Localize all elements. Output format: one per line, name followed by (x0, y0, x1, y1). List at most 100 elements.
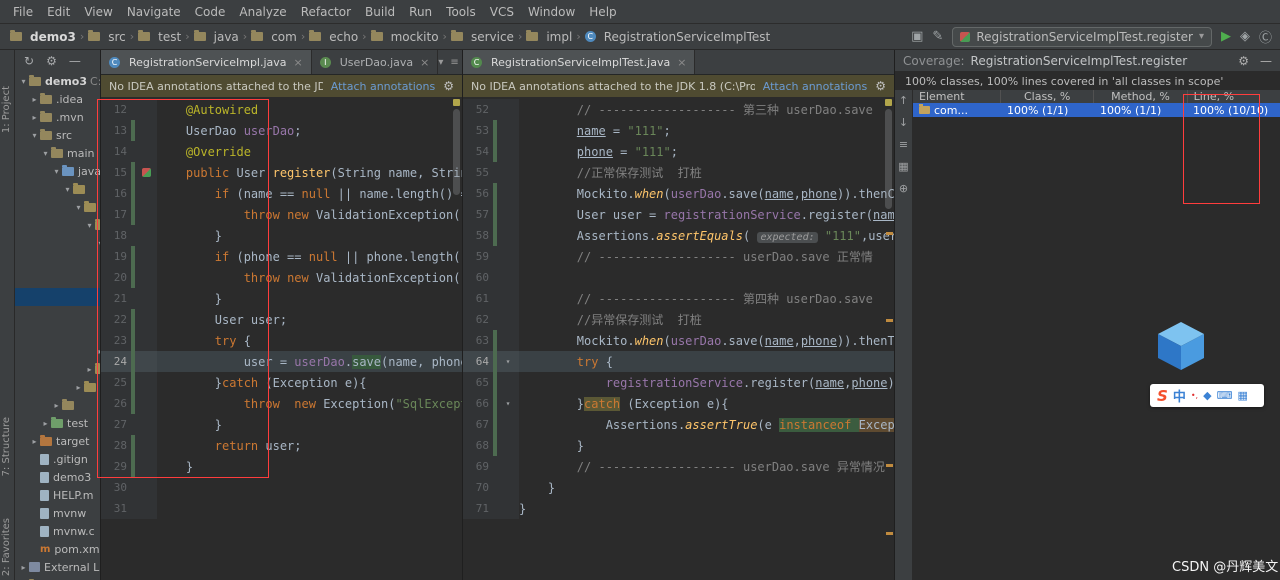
tool-window-button-favorites[interactable]: 2: Favorites (1, 518, 12, 576)
menu-item-navigate[interactable]: Navigate (120, 3, 188, 21)
code-line-29[interactable]: 29 } (101, 456, 462, 477)
code-text[interactable]: } (519, 502, 894, 516)
code-text[interactable]: //异常保存测试 打桩 (519, 311, 894, 328)
coverage-table-row[interactable]: com... 100% (1/1) 100% (1/1) 100% (10/10) (913, 103, 1280, 117)
code-text[interactable]: @Autowired (157, 103, 462, 117)
code-line-67[interactable]: 67 Assertions.assertTrue(e instanceof Ex… (463, 414, 894, 435)
code-text[interactable]: } (157, 292, 462, 306)
breadcrumb-item-registrationserviceimpltest[interactable]: C RegistrationServiceImplTest (583, 30, 773, 44)
code-text[interactable]: // ------------------- 第四种 userDao.save (519, 290, 894, 307)
code-text[interactable]: }catch (Exception e){ (519, 396, 894, 411)
hide-panel-icon[interactable]: — (69, 54, 81, 68)
project-tree-item[interactable]: ▸ (15, 378, 100, 396)
code-line-66[interactable]: 66 ▾ }catch (Exception e){ (463, 393, 894, 414)
up-icon[interactable]: ↑ (899, 94, 908, 107)
tree-chevron-icon[interactable]: ▾ (73, 203, 84, 212)
menu-item-file[interactable]: File (6, 3, 40, 21)
run-button[interactable]: ▶ (1221, 29, 1231, 44)
project-tree-item[interactable]: C (15, 270, 100, 288)
code-line-16[interactable]: 16 if (name == null || name.length() == … (101, 183, 462, 204)
ime-toolbar[interactable]: S 中 •, ◆ ⌨ ▦ (1150, 384, 1264, 407)
filter-icon[interactable]: ▦ (898, 160, 908, 173)
code-line-24[interactable]: 24 user = userDao.save(name, phone) (101, 351, 462, 372)
fold-column[interactable] (135, 168, 157, 177)
run-configuration-select[interactable]: RegistrationServiceImplTest.register ▾ (952, 26, 1212, 47)
code-text[interactable]: throw new ValidationException("nam (157, 208, 462, 222)
code-text[interactable]: // ------------------- userDao.save 异常情况… (519, 458, 894, 475)
code-editor[interactable]: 12 @Autowired 13 UserDao userDao; 14 @Over… (101, 97, 462, 580)
breadcrumb-item-java[interactable]: java (192, 30, 241, 44)
code-line-30[interactable]: 30 (101, 477, 462, 498)
project-tree-item-mvn[interactable]: ▸ .mvn (15, 108, 100, 126)
code-text[interactable]: return user; (157, 439, 462, 453)
tree-chevron-icon[interactable]: ▾ (95, 239, 100, 248)
code-line-18[interactable]: 18 } (101, 225, 462, 246)
project-tree-item-scratches[interactable]: ▸Scratches (15, 576, 100, 580)
profiler-icon[interactable]: Ⓒ (1259, 27, 1272, 46)
menu-item-tools[interactable]: Tools (439, 3, 483, 21)
code-text[interactable]: } (157, 229, 462, 243)
code-text[interactable]: UserDao userDao; (157, 124, 462, 138)
code-text[interactable]: registrationService.register(name,phone)… (519, 376, 894, 390)
project-tree-item[interactable]: ▾ (15, 234, 100, 252)
code-line-21[interactable]: 21 } (101, 288, 462, 309)
code-line-63[interactable]: 63 Mockito.when(userDao.save(name,phone)… (463, 330, 894, 351)
floating-cube-logo[interactable] (1156, 320, 1206, 372)
project-tree-item-test[interactable]: ▸ test (15, 414, 100, 432)
code-line-68[interactable]: 68 } (463, 435, 894, 456)
code-text[interactable]: Mockito.when(userDao.save(name,phone)).t… (519, 187, 894, 201)
code-line-69[interactable]: 69 // ------------------- userDao.save 异… (463, 456, 894, 477)
generate-report-icon[interactable]: ⊕ (899, 182, 908, 195)
code-line-64[interactable]: 64 ▾ try { (463, 351, 894, 372)
code-line-17[interactable]: 17 throw new ValidationException("nam (101, 204, 462, 225)
chevron-down-icon[interactable]: ▾ (438, 57, 443, 68)
window-preview-icon[interactable]: ▣ (911, 29, 923, 44)
code-line-56[interactable]: 56 Mockito.when(userDao.save(name,phone)… (463, 183, 894, 204)
project-tree-item[interactable]: ▸ (15, 342, 100, 360)
tree-chevron-icon[interactable]: ▸ (29, 95, 40, 104)
tree-chevron-icon[interactable]: ▸ (95, 347, 100, 356)
code-line-62[interactable]: 62 //异常保存测试 打桩 (463, 309, 894, 330)
code-line-23[interactable]: 23 try { (101, 330, 462, 351)
code-line-60[interactable]: 60 (463, 267, 894, 288)
menu-item-code[interactable]: Code (188, 3, 233, 21)
tab-list-icon[interactable]: ≡ (450, 57, 458, 68)
inspection-indicator-icon[interactable] (453, 99, 460, 106)
coverage-column-class[interactable]: Class, % (1001, 90, 1095, 103)
tree-chevron-icon[interactable]: ▸ (84, 365, 95, 374)
coverage-column-element[interactable]: Element (913, 90, 1001, 103)
attach-annotations-link[interactable]: Attach annotations (331, 80, 435, 93)
code-line-61[interactable]: 61 // ------------------- 第四种 userDao.sa… (463, 288, 894, 309)
code-line-14[interactable]: 14 @Override (101, 141, 462, 162)
code-text[interactable]: public User register(String name, String… (157, 166, 462, 180)
tree-chevron-icon[interactable]: ▾ (51, 167, 62, 176)
code-line-70[interactable]: 70 } (463, 477, 894, 498)
code-line-27[interactable]: 27 } (101, 414, 462, 435)
code-text[interactable]: // ------------------- 第三种 userDao.save (519, 101, 894, 118)
project-tree-item-mvnw-c[interactable]: mvnw.c (15, 522, 100, 540)
menu-item-build[interactable]: Build (358, 3, 402, 21)
code-line-65[interactable]: 65 registrationService.register(name,pho… (463, 372, 894, 393)
project-tree-item[interactable]: C (15, 288, 100, 306)
sogou-logo-icon[interactable]: S (1157, 387, 1168, 405)
breadcrumb-item-service[interactable]: service (449, 30, 516, 44)
coverage-column-line[interactable]: Line, % (1188, 90, 1280, 103)
project-tree-item[interactable]: ▾ (15, 198, 100, 216)
scrollbar[interactable] (451, 97, 462, 580)
code-text[interactable]: throw new ValidationException("pho (157, 271, 462, 285)
code-text[interactable]: user = userDao.save(name, phone) (157, 354, 462, 369)
project-tree-item-demo3[interactable]: ▾ demo3C: (15, 72, 100, 90)
code-text[interactable]: } (519, 439, 894, 453)
gear-icon[interactable]: ⚙ (46, 54, 57, 68)
project-tree-item-pom-xm[interactable]: m pom.xm (15, 540, 100, 558)
editor-tab-registrationserviceimpltest-java[interactable]: C RegistrationServiceImplTest.java × (463, 50, 696, 74)
tree-chevron-icon[interactable]: ▾ (29, 131, 40, 140)
project-tree-item[interactable]: C (15, 252, 100, 270)
tree-chevron-icon[interactable]: ▾ (18, 77, 29, 86)
code-line-28[interactable]: 28 return user; (101, 435, 462, 456)
project-tree-item-gitign[interactable]: .gitign (15, 450, 100, 468)
coverage-run-icon[interactable]: ◈ (1240, 29, 1250, 44)
menu-item-vcs[interactable]: VCS (483, 3, 521, 21)
code-text[interactable]: Assertions.assertTrue(e instanceof Excep… (519, 417, 894, 432)
ime-language-mode[interactable]: 中 (1173, 386, 1186, 405)
